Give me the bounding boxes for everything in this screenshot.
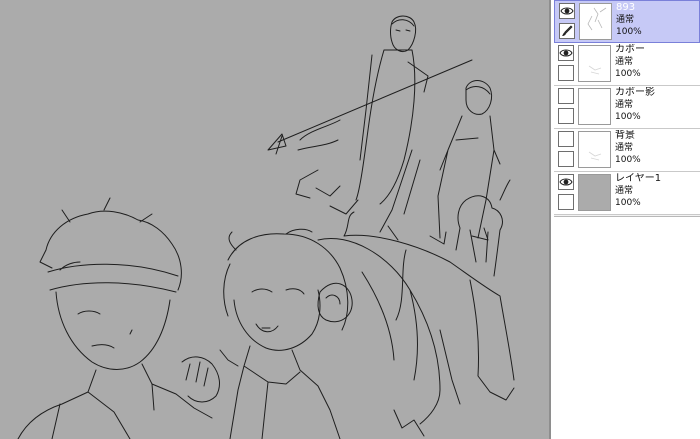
layer-blend-mode: 通常 bbox=[615, 100, 634, 110]
layer-name: カボー bbox=[615, 44, 645, 55]
brush-icon bbox=[560, 24, 574, 38]
eye-icon bbox=[560, 4, 574, 18]
layer-visibility-toggle[interactable] bbox=[559, 3, 575, 19]
layer-visibility-toggle[interactable] bbox=[558, 88, 574, 104]
figure-curly-hair bbox=[223, 228, 349, 331]
hand bbox=[181, 356, 220, 403]
layer-row[interactable]: カボー影通常 100% bbox=[554, 86, 700, 129]
layer-row[interactable]: 背景通常 100% bbox=[554, 129, 700, 172]
layer-list: 893 通常 100% カボー 通常 100% カボー影 通常 100% 背景 通常 100% レイヤー… bbox=[554, 0, 700, 217]
layer-edit-toggle[interactable] bbox=[558, 108, 574, 124]
layer-name: レイヤー1 bbox=[615, 173, 662, 184]
layer-info: 背景通常 100% bbox=[615, 130, 695, 166]
line-art-drawing bbox=[17, 15, 515, 439]
layer-opacity: 100% bbox=[615, 69, 641, 79]
layer-name: 893 bbox=[616, 2, 636, 13]
layer-name: 背景 bbox=[615, 130, 635, 141]
layer-thumbnail bbox=[578, 45, 611, 82]
layer-visibility-toggle[interactable] bbox=[558, 174, 574, 190]
cliff bbox=[343, 211, 515, 405]
layer-row[interactable]: 893 通常 100% bbox=[554, 0, 700, 43]
layer-thumbnail bbox=[578, 88, 611, 125]
layer-blend-mode: 通常 bbox=[615, 186, 634, 196]
figure-standing-head bbox=[465, 80, 493, 115]
bandage bbox=[47, 261, 179, 293]
layer-opacity: 100% bbox=[616, 27, 642, 37]
drawing-canvas[interactable] bbox=[0, 0, 550, 439]
cloak bbox=[317, 238, 441, 437]
layer-blend-mode: 通常 bbox=[615, 57, 634, 67]
layer-thumbnail bbox=[578, 174, 611, 211]
eye-icon bbox=[559, 175, 573, 189]
layer-info: カボー影通常 100% bbox=[615, 87, 695, 123]
layer-thumbnail bbox=[578, 131, 611, 168]
layer-visibility-toggle[interactable] bbox=[558, 45, 574, 61]
layer-edit-toggle[interactable] bbox=[559, 23, 575, 39]
layer-name: カボー影 bbox=[615, 87, 655, 98]
layer-info: 893 通常 100% bbox=[616, 2, 696, 38]
layer-opacity: 100% bbox=[615, 155, 641, 165]
figure-bandaged-face bbox=[55, 291, 171, 370]
layer-blend-mode: 通常 bbox=[616, 15, 635, 25]
layer-info: レイヤー1 通常 100% bbox=[615, 173, 695, 209]
figure-bandaged-hair bbox=[39, 197, 182, 291]
layer-row[interactable]: カボー通常 100% bbox=[554, 43, 700, 86]
layer-panel: 893 通常 100% カボー 通常 100% カボー影 通常 100% 背景 通常 100% レイヤー… bbox=[551, 0, 700, 439]
layer-row[interactable]: レイヤー1 通常 100% bbox=[554, 172, 700, 215]
layer-info: カボー通常 100% bbox=[615, 44, 695, 80]
layer-blend-mode: 通常 bbox=[615, 143, 634, 153]
layer-thumbnail bbox=[579, 3, 612, 40]
layer-visibility-toggle[interactable] bbox=[558, 131, 574, 147]
layer-edit-toggle[interactable] bbox=[558, 151, 574, 167]
figure-curly-face bbox=[233, 288, 321, 351]
layer-opacity: 100% bbox=[615, 112, 641, 122]
figure-standing-body bbox=[437, 115, 501, 239]
dog bbox=[455, 179, 511, 277]
figure-flying-head bbox=[390, 15, 417, 53]
layer-edit-toggle[interactable] bbox=[558, 194, 574, 210]
figure-flying-coat bbox=[355, 49, 416, 205]
layer-edit-toggle[interactable] bbox=[558, 65, 574, 81]
eye-icon bbox=[559, 46, 573, 60]
layer-opacity: 100% bbox=[615, 198, 641, 208]
